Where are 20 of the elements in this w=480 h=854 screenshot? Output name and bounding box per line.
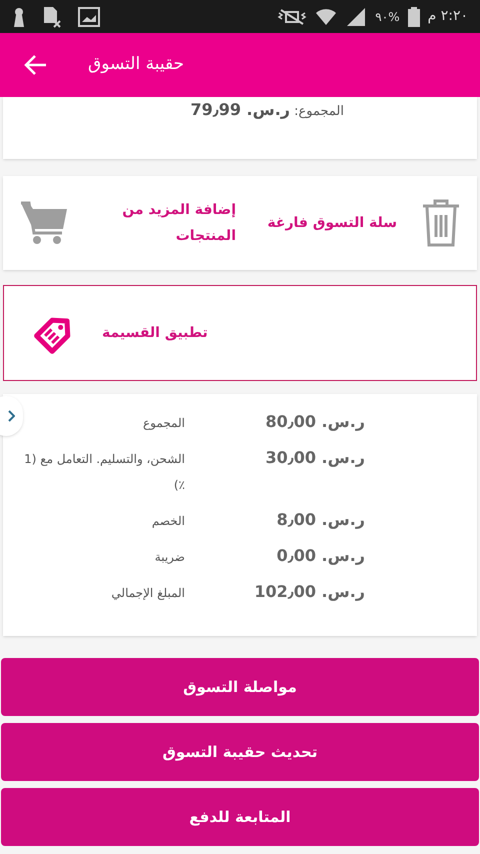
summary-label: الخصم xyxy=(150,513,185,530)
page-title: حقيبة التسوق xyxy=(88,53,184,76)
summary-value: ر.س. 8٫00 xyxy=(276,509,366,531)
add-products-link[interactable]: إضافة المزيد من المنتجات xyxy=(106,197,236,249)
action-button[interactable]: تحديث حقيبة التسوق xyxy=(1,723,479,781)
action-button[interactable]: المتابعة للدفع xyxy=(1,788,479,846)
summary-value: ر.س. 80٫00 xyxy=(264,411,366,433)
summary-value: ر.س. 30٫00 xyxy=(264,447,366,469)
summary-value: ر.س. 102٫00 xyxy=(253,581,366,603)
summary-label: ضريبة xyxy=(154,549,185,566)
summary-label: الشحن، والتسليم. التعامل مع (1 ٪) xyxy=(23,451,185,494)
clock: ٢:٢٠ م xyxy=(428,7,468,26)
cart-total: المجموع: ر.س. 79٫99 xyxy=(190,104,344,119)
summary-label: المجموع xyxy=(142,415,185,432)
summary-value: ر.س. 0٫00 xyxy=(276,545,366,567)
summary-label: المبلغ الإجمالي xyxy=(110,585,185,602)
empty-cart-link[interactable]: سلة التسوق فارغة xyxy=(247,210,397,236)
action-button[interactable]: مواصلة التسوق xyxy=(1,658,479,716)
battery-percent: ٩٠% xyxy=(375,8,400,26)
apply-coupon-button[interactable]: تطبيق القسيمة xyxy=(3,285,477,381)
